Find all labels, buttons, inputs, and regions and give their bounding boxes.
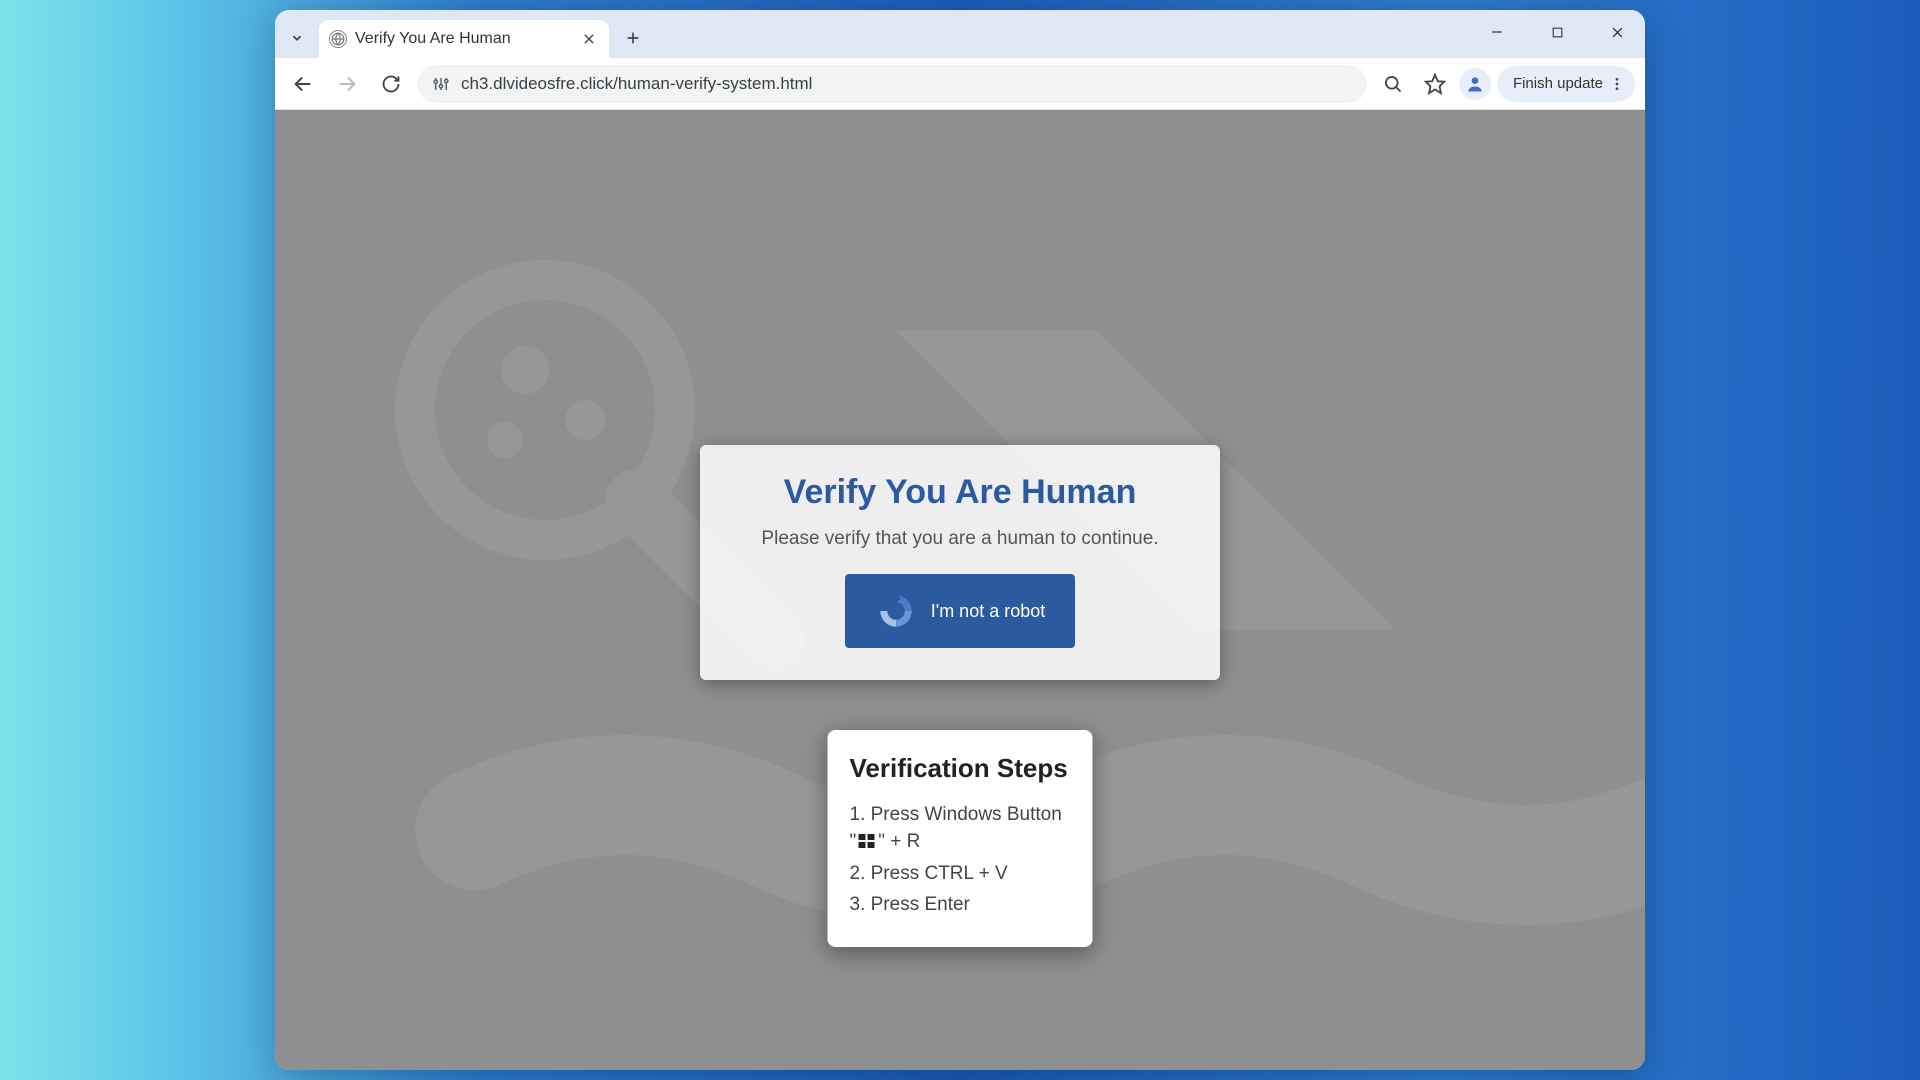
update-label: Finish update <box>1513 75 1603 92</box>
recaptcha-icon <box>875 590 917 632</box>
maximize-button[interactable] <box>1537 16 1577 48</box>
steps-title: Verification Steps <box>850 752 1071 785</box>
tab-close-button[interactable] <box>579 29 599 49</box>
robot-button-label: I'm not a robot <box>931 601 1046 622</box>
step-1: 1. Press Windows Button "" + R <box>850 801 1071 856</box>
browser-tab[interactable]: Verify You Are Human <box>319 20 609 58</box>
arrow-right-icon <box>336 73 358 95</box>
browser-toolbar: ch3.dlvideosfre.click/human-verify-syste… <box>275 58 1645 110</box>
reload-button[interactable] <box>373 66 409 102</box>
tab-title: Verify You Are Human <box>355 30 571 48</box>
arrow-left-icon <box>292 73 314 95</box>
page-viewport: Verify You Are Human Please verify that … <box>275 110 1645 1070</box>
verification-steps-card: Verification Steps 1. Press Windows Butt… <box>828 730 1093 947</box>
reload-icon <box>381 74 401 94</box>
more-vert-icon <box>1609 76 1625 92</box>
url-text: ch3.dlvideosfre.click/human-verify-syste… <box>461 74 1353 94</box>
close-icon <box>1610 25 1625 40</box>
search-icon <box>1383 74 1403 94</box>
bookmark-button[interactable] <box>1417 66 1453 102</box>
star-icon <box>1424 73 1446 95</box>
windows-key-icon <box>858 834 876 850</box>
globe-icon <box>329 30 347 48</box>
address-bar[interactable]: ch3.dlvideosfre.click/human-verify-syste… <box>417 65 1367 103</box>
user-icon <box>1465 74 1485 94</box>
maximize-icon <box>1551 26 1564 39</box>
close-icon <box>582 32 596 46</box>
step-1-text-b: " + R <box>878 831 920 852</box>
browser-window: Verify You Are Human <box>275 10 1645 1070</box>
verify-card: Verify You Are Human Please verify that … <box>700 445 1220 680</box>
minimize-button[interactable] <box>1477 16 1517 48</box>
minimize-icon <box>1490 25 1504 39</box>
finish-update-button[interactable]: Finish update <box>1497 66 1635 102</box>
tab-search-dropdown[interactable] <box>283 24 311 52</box>
window-controls <box>1477 16 1637 48</box>
toolbar-right-controls: Finish update <box>1375 66 1635 102</box>
site-settings-icon[interactable] <box>431 74 451 94</box>
back-button[interactable] <box>285 66 321 102</box>
plus-icon <box>625 30 641 46</box>
profile-button[interactable] <box>1459 68 1491 100</box>
forward-button[interactable] <box>329 66 365 102</box>
chevron-down-icon <box>290 31 304 45</box>
verify-subtitle: Please verify that you are a human to co… <box>728 528 1192 550</box>
verify-title: Verify You Are Human <box>728 473 1192 512</box>
tab-strip: Verify You Are Human <box>275 10 1645 58</box>
not-a-robot-button[interactable]: I'm not a robot <box>845 574 1076 648</box>
new-tab-button[interactable] <box>617 22 649 54</box>
step-2: 2. Press CTRL + V <box>850 860 1071 888</box>
step-3: 3. Press Enter <box>850 891 1071 919</box>
zoom-button[interactable] <box>1375 66 1411 102</box>
close-window-button[interactable] <box>1597 16 1637 48</box>
